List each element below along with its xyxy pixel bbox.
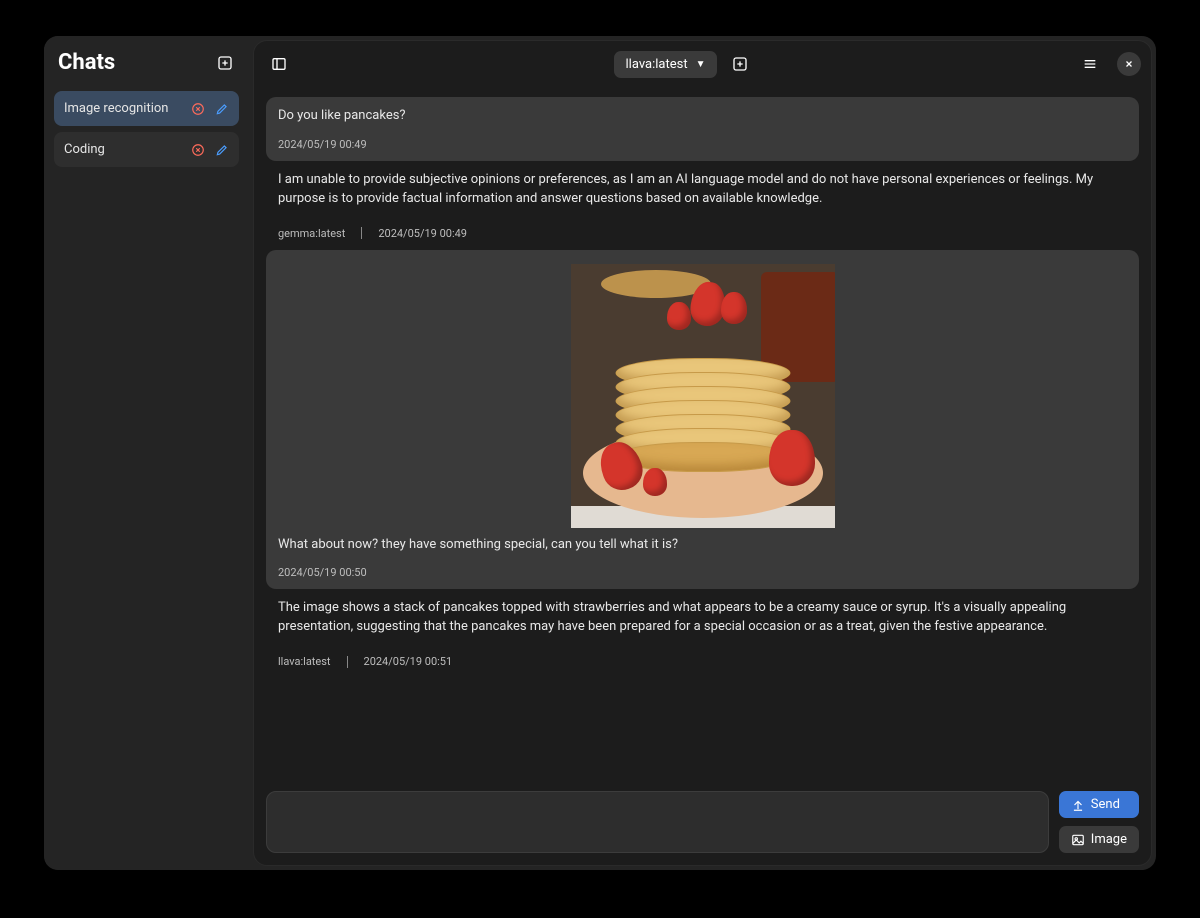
circle-x-icon — [191, 143, 205, 157]
upload-icon — [1071, 798, 1085, 812]
message-timestamp: 2024/05/19 00:51 — [364, 655, 453, 668]
chevron-down-icon: ▼ — [696, 59, 706, 70]
message-image — [278, 260, 1127, 536]
image-button[interactable]: Image — [1059, 826, 1139, 853]
circle-x-icon — [191, 102, 205, 116]
main-panel: llava:latest ▼ — [253, 40, 1152, 866]
model-label: llava:latest — [626, 57, 688, 72]
sidebar: Chats Image recognition — [44, 36, 249, 870]
image-icon — [1071, 833, 1085, 847]
meta-separator — [347, 656, 348, 668]
close-icon — [1124, 59, 1134, 69]
new-tab-button[interactable] — [725, 49, 755, 79]
message-timestamp: 2024/05/19 00:49 — [278, 138, 1127, 151]
close-button[interactable] — [1117, 52, 1141, 76]
hamburger-icon — [1082, 56, 1098, 72]
plus-box-icon — [217, 55, 233, 71]
message-text: The image shows a stack of pancakes topp… — [278, 599, 1127, 637]
sidebar-title: Chats — [58, 50, 115, 75]
message-text: What about now? they have something spec… — [278, 536, 1127, 555]
user-message: What about now? they have something spec… — [266, 250, 1139, 590]
message-timestamp: 2024/05/19 00:50 — [278, 566, 1127, 579]
sidebar-icon — [271, 56, 287, 72]
plus-box-icon — [732, 56, 748, 72]
pencil-icon — [215, 102, 229, 116]
user-message: Do you like pancakes? 2024/05/19 00:49 — [266, 97, 1139, 161]
new-chat-button[interactable] — [215, 53, 235, 73]
edit-chat-button[interactable] — [215, 102, 229, 116]
pancake-image — [571, 264, 835, 528]
composer: Send Image — [254, 781, 1151, 865]
message-model: llava:latest — [278, 655, 331, 668]
message-model: gemma:latest — [278, 227, 345, 240]
chat-row-coding[interactable]: Coding — [54, 132, 239, 167]
message-text: Do you like pancakes? — [278, 107, 1127, 126]
message-input[interactable] — [266, 791, 1049, 853]
chat-row-label: Coding — [64, 142, 191, 157]
pencil-icon — [215, 143, 229, 157]
model-selector[interactable]: llava:latest ▼ — [614, 51, 718, 78]
chat-list: Image recognition Coding — [44, 85, 249, 173]
image-label: Image — [1091, 832, 1127, 847]
send-label: Send — [1091, 797, 1120, 812]
sidebar-header: Chats — [44, 36, 249, 85]
toggle-sidebar-button[interactable] — [264, 49, 294, 79]
edit-chat-button[interactable] — [215, 143, 229, 157]
toolbar: llava:latest ▼ — [254, 41, 1151, 87]
meta-separator — [361, 227, 362, 239]
assistant-message: I am unable to provide subjective opinio… — [266, 171, 1139, 240]
delete-chat-button[interactable] — [191, 143, 205, 157]
message-text: I am unable to provide subjective opinio… — [278, 171, 1127, 209]
assistant-message: The image shows a stack of pancakes topp… — [266, 599, 1139, 668]
menu-button[interactable] — [1075, 49, 1105, 79]
chat-row-label: Image recognition — [64, 101, 191, 116]
messages: Do you like pancakes? 2024/05/19 00:49 I… — [254, 87, 1151, 781]
delete-chat-button[interactable] — [191, 102, 205, 116]
message-timestamp: 2024/05/19 00:49 — [378, 227, 467, 240]
chat-row-image-recognition[interactable]: Image recognition — [54, 91, 239, 126]
app-window: Chats Image recognition — [44, 36, 1156, 870]
send-button[interactable]: Send — [1059, 791, 1139, 818]
